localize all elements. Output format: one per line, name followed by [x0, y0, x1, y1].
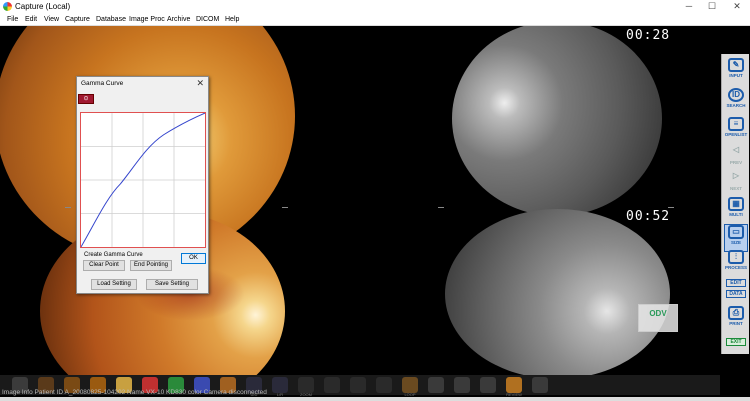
- print-label: PRINT: [729, 321, 743, 326]
- menu-capture[interactable]: Capture: [65, 15, 90, 24]
- menu-bar: File Edit View Capture Database Image Pr…: [0, 13, 750, 26]
- multi-button[interactable]: ▦ MULTI: [724, 197, 748, 225]
- crosshair-mark: [65, 207, 71, 208]
- multi-label: MULTI: [729, 212, 743, 217]
- printer-icon: ⎙: [728, 306, 744, 320]
- bottom-tool-button[interactable]: [428, 377, 444, 393]
- status-bar: Image Info Patient ID A_20080825-104202 …: [2, 389, 267, 396]
- angiogram-image-top[interactable]: [452, 26, 662, 216]
- capture-window: Capture (Local) ─ ☐ ✕ File Edit View Cap…: [0, 0, 750, 401]
- timer-bottom: 00:52: [626, 209, 671, 224]
- angiogram-image-bottom[interactable]: [445, 209, 670, 379]
- load-setting-button[interactable]: Load Setting: [91, 279, 137, 290]
- title-bar: Capture (Local) ─ ☐ ✕: [0, 0, 750, 13]
- edit-badge: EDIT: [726, 279, 746, 287]
- maximize-button[interactable]: ☐: [701, 0, 723, 13]
- menu-view[interactable]: View: [44, 15, 59, 24]
- bottom-tool-button[interactable]: LOOP: [402, 377, 418, 397]
- menu-edit[interactable]: Edit: [25, 15, 37, 24]
- window-title: Capture (Local): [15, 2, 71, 11]
- window-bottom-edge: [0, 397, 750, 401]
- next-label: NEXT: [729, 186, 742, 191]
- camera-icon[interactable]: ⊙: [78, 94, 94, 104]
- menu-help[interactable]: Help: [225, 15, 239, 24]
- menu-archive[interactable]: Archive: [167, 15, 190, 24]
- gamma-curve-dialog: Gamma Curve ✕ ⊙ Create Gamma Curve Clear…: [76, 76, 209, 294]
- app-icon: [3, 2, 12, 11]
- input-icon: ✎: [728, 58, 744, 72]
- crosshair-mark: [282, 207, 288, 208]
- bottom-tool-button[interactable]: [324, 377, 340, 393]
- input-button[interactable]: ✎ INPUT: [724, 58, 748, 86]
- crosshair-mark: [438, 207, 444, 208]
- minimize-button[interactable]: ─: [678, 0, 700, 13]
- exit-button[interactable]: EXIT: [724, 338, 748, 350]
- data-badge: DATA: [726, 290, 746, 298]
- dialog-close-button[interactable]: ✕: [196, 78, 204, 88]
- process-button[interactable]: ⫶ PROCESS: [724, 250, 748, 278]
- end-pointing-button[interactable]: End Pointing: [130, 260, 172, 271]
- grid-icon: ▦: [728, 197, 744, 211]
- bottom-tool-button[interactable]: REVIEW: [506, 377, 522, 397]
- next-button[interactable]: ▷ NEXT: [724, 171, 748, 199]
- size-icon: ▭: [728, 225, 744, 239]
- print-button[interactable]: ⎙ PRINT: [724, 306, 748, 334]
- save-setting-button[interactable]: Save Setting: [146, 279, 198, 290]
- clear-point-button[interactable]: Clear Point: [83, 260, 125, 271]
- watermark-text: ODV: [649, 309, 667, 318]
- size-label: SIZE: [730, 240, 741, 245]
- search-icon: ID: [728, 88, 744, 102]
- menu-file[interactable]: File: [7, 15, 18, 24]
- bottom-tool-button[interactable]: [350, 377, 366, 393]
- input-label: INPUT: [729, 73, 743, 78]
- openlist-button[interactable]: ≡ OPENLIST: [724, 117, 748, 145]
- create-gamma-curve-label: Create Gamma Curve: [84, 252, 143, 258]
- timer-top: 00:28: [626, 28, 671, 43]
- sliders-icon: ⫶: [728, 250, 744, 264]
- crosshair-mark: [668, 207, 674, 208]
- prev-label: PREV: [729, 160, 743, 165]
- prev-icon: ◁: [732, 145, 740, 154]
- search-label: SEARCH: [726, 103, 746, 108]
- prev-button[interactable]: ◁ PREV: [724, 145, 748, 173]
- menu-dicom[interactable]: DICOM: [196, 15, 219, 24]
- dialog-title: Gamma Curve: [81, 80, 124, 87]
- menu-database[interactable]: Database: [96, 15, 126, 24]
- data-button[interactable]: DATA: [724, 290, 748, 302]
- bottom-tool-button[interactable]: ZOOM: [298, 377, 314, 397]
- size-button[interactable]: ▭ SIZE: [724, 224, 748, 252]
- next-icon: ▷: [732, 171, 740, 180]
- bottom-tool-button[interactable]: L/R: [272, 377, 288, 397]
- bottom-tool-button[interactable]: [376, 377, 392, 393]
- logo-watermark: ODV: [638, 304, 678, 332]
- ok-button[interactable]: OK: [181, 253, 206, 264]
- process-label: PROCESS: [724, 265, 747, 270]
- exit-badge: EXIT: [726, 338, 746, 346]
- bottom-tool-button[interactable]: [480, 377, 496, 393]
- list-icon: ≡: [728, 117, 744, 131]
- close-button[interactable]: ✕: [726, 0, 748, 13]
- search-button[interactable]: ID SEARCH: [724, 88, 748, 116]
- bottom-tool-button[interactable]: [532, 377, 548, 393]
- menu-image-proc[interactable]: Image Proc: [129, 15, 165, 24]
- bottom-tool-button[interactable]: [454, 377, 470, 393]
- openlist-label: OPENLIST: [724, 132, 748, 137]
- gamma-curve-plot[interactable]: [80, 112, 206, 248]
- right-toolbar: ✎ INPUT ID SEARCH ≡ OPENLIST ◁ PREV ▷ NEXT ▦ M…: [721, 54, 749, 354]
